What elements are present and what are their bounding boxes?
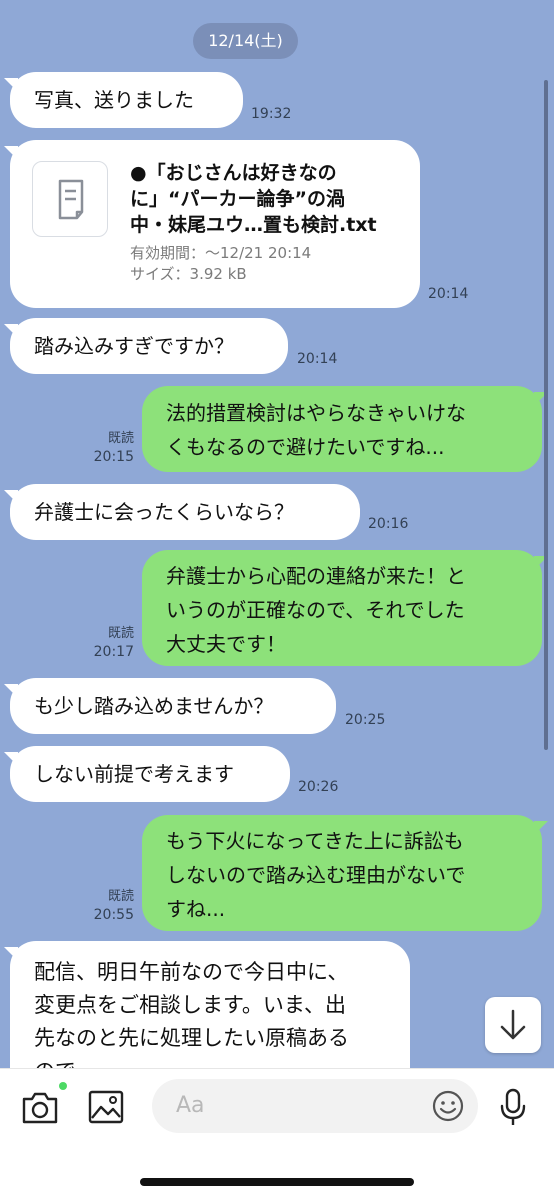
camera-icon[interactable] bbox=[20, 1090, 60, 1130]
message-text: 法的措置検討はやらなきゃいけな bbox=[166, 401, 466, 425]
message-time: 20:16 bbox=[368, 516, 409, 532]
message-text: 写真、送りました bbox=[34, 88, 194, 112]
scrollbar[interactable] bbox=[544, 80, 548, 750]
message-time: 20:25 bbox=[345, 712, 386, 728]
scroll-to-bottom-button[interactable] bbox=[485, 997, 541, 1053]
date-separator: 12/14(土) bbox=[193, 23, 298, 59]
message-bubble[interactable]: 写真、送りました bbox=[10, 72, 243, 128]
message-bubble[interactable]: もう下火になってきた上に訴訟も しないので踏み込む理由がないで すね... bbox=[142, 815, 542, 931]
input-bar: Aa bbox=[0, 1068, 554, 1200]
message-text: 踏み込みすぎですか？ bbox=[34, 334, 234, 358]
message-bubble[interactable]: 踏み込みすぎですか？ bbox=[10, 318, 288, 374]
emoji-icon[interactable] bbox=[432, 1090, 464, 1126]
message-input[interactable]: Aa bbox=[152, 1079, 478, 1133]
read-receipt: 既読 bbox=[107, 626, 134, 641]
notification-dot bbox=[59, 1082, 67, 1090]
message-time: 20:14 bbox=[428, 286, 469, 302]
message-bubble[interactable]: しない前提で考えます bbox=[10, 746, 290, 802]
message-bubble[interactable]: 弁護士から心配の連絡が来た！と いうのが正確なので、それでした 大丈夫です！ bbox=[142, 550, 542, 666]
message-time: 20:15 bbox=[93, 449, 134, 465]
read-receipt: 既読 bbox=[107, 431, 134, 446]
message-time: 19:32 bbox=[251, 106, 292, 122]
message-text: いうのが正確なので、それでした bbox=[166, 598, 465, 622]
image-icon[interactable] bbox=[86, 1088, 126, 1130]
message-text: 弁護士に会ったくらいなら？ bbox=[34, 500, 294, 524]
message-bubble[interactable]: 配信、明日午前なので今日中に、 変更点をご相談します。いま、出 先なのと先に処理… bbox=[10, 941, 410, 1068]
message-bubble[interactable]: 法的措置検討はやらなきゃいけな くもなるので避けたいですね... bbox=[142, 386, 542, 472]
message-bubble[interactable]: 弁護士に会ったくらいなら？ bbox=[10, 484, 360, 540]
message-text: ので bbox=[34, 1055, 410, 1068]
read-receipt: 既読 bbox=[107, 889, 134, 904]
chat-area[interactable]: 12/14(土) 写真、送りました 19:32 ●「おじさんは好きなの に」“パ… bbox=[0, 0, 554, 1068]
message-time: 20:26 bbox=[298, 779, 339, 795]
file-size: サイズ：3.92 kB bbox=[130, 265, 247, 283]
input-placeholder: Aa bbox=[176, 1093, 205, 1118]
message-time: 20:17 bbox=[93, 644, 134, 660]
mic-icon[interactable] bbox=[497, 1087, 529, 1131]
message-time: 20:14 bbox=[297, 351, 338, 367]
message-text: も少し踏み込めませんか？ bbox=[34, 694, 274, 718]
file-name: ●「おじさんは好きなの に」“パーカー論争”の渦 中・妹尾ユウ…置も検討.txt bbox=[130, 162, 377, 236]
message-text: しないので踏み込む理由がないで bbox=[166, 863, 466, 887]
message-time: 20:55 bbox=[93, 907, 134, 923]
message-text: 弁護士から心配の連絡が来た！と bbox=[166, 564, 466, 588]
document-icon bbox=[32, 161, 108, 237]
message-text: 配信、明日午前なので今日中に、 bbox=[34, 960, 349, 984]
message-text: 先なのと先に処理したい原稿ある bbox=[34, 1026, 349, 1050]
message-text: しない前提で考えます bbox=[34, 762, 234, 786]
message-text: くもなるので避けたいですね... bbox=[166, 435, 445, 459]
file-message[interactable]: ●「おじさんは好きなの に」“パーカー論争”の渦 中・妹尾ユウ…置も検討.txt… bbox=[10, 140, 420, 308]
message-bubble[interactable]: も少し踏み込めませんか？ bbox=[10, 678, 336, 734]
file-expiry: 有効期間：〜12/21 20:14 bbox=[130, 244, 312, 262]
arrow-down-icon bbox=[485, 997, 541, 1057]
message-text: 大丈夫です！ bbox=[166, 632, 286, 656]
message-text: もう下火になってきた上に訴訟も bbox=[166, 829, 464, 853]
file-meta: 有効期間：〜12/21 20:14 サイズ：3.92 kB bbox=[130, 243, 311, 285]
message-text: 変更点をご相談します。いま、出 bbox=[34, 993, 347, 1017]
message-text: すね... bbox=[166, 897, 226, 921]
home-indicator bbox=[140, 1178, 414, 1186]
